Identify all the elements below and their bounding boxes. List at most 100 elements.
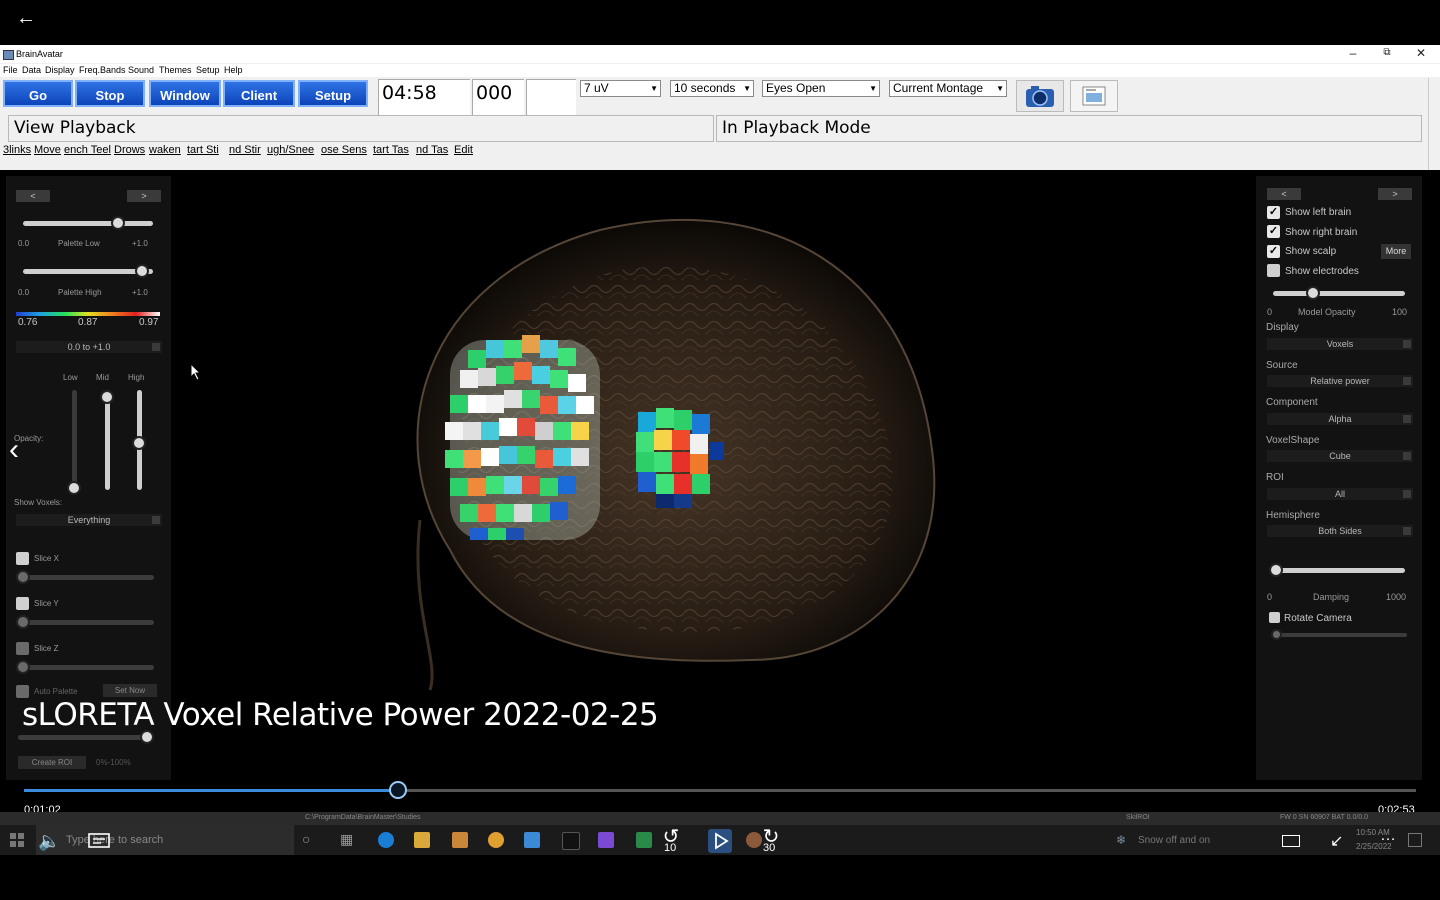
left-panel-next-button[interactable]: > [127,190,161,202]
more-button[interactable]: More [1381,244,1411,259]
event-link[interactable]: nd Stir [229,144,264,156]
event-link-edit[interactable]: Edit [454,144,476,156]
minimize-icon[interactable]: – [1336,45,1370,63]
menu-setup[interactable]: Setup [196,65,220,75]
roi-dropdown[interactable]: All [1267,488,1413,500]
go-button[interactable]: Go [3,80,73,107]
opacity-mid-handle[interactable] [100,390,114,404]
play-button[interactable] [708,829,732,853]
show-right-brain-checkbox[interactable]: ✓ [1267,225,1280,238]
collapse-icon[interactable]: ↙ [1330,831,1343,851]
right-panel-next-button[interactable]: > [1378,188,1412,200]
set-now-button[interactable]: Set Now [103,684,157,697]
slice-z-handle[interactable] [16,660,30,674]
event-link[interactable]: nd Tas [416,144,451,156]
skip-back-button[interactable]: ↺ 10 [658,827,684,854]
slice-x-slider[interactable] [18,575,154,580]
slice-x-checkbox[interactable] [16,552,29,565]
slice-y-checkbox[interactable] [16,597,29,610]
event-link[interactable]: 3links [3,144,31,156]
show-voxels-dropdown[interactable]: Everything [16,514,162,526]
visual-studio-icon[interactable] [598,832,614,848]
show-scalp-checkbox[interactable]: ✓ [1267,245,1280,258]
palette-low-handle[interactable] [111,216,125,230]
create-roi-button[interactable]: Create ROI [18,756,86,769]
restore-icon[interactable]: ⧉ [1370,45,1404,63]
notification-icon[interactable] [1408,833,1422,847]
menu-themes[interactable]: Themes [159,65,192,75]
palette-high-handle[interactable] [135,264,149,278]
slice-y-handle[interactable] [16,615,30,629]
video-progress-handle[interactable] [389,781,408,799]
model-opacity-slider[interactable] [1273,291,1405,296]
camera-button[interactable] [1016,80,1064,112]
condition-select[interactable]: Eyes Open ▼ [762,80,880,97]
event-link[interactable]: Movei [34,144,61,156]
palette-high-slider[interactable] [23,269,153,274]
voxelshape-dropdown[interactable]: Cube [1267,450,1413,462]
store-icon[interactable] [452,832,468,848]
chrome-icon[interactable] [488,832,504,848]
screenshot-button[interactable] [1070,80,1118,112]
scale-select[interactable]: 7 uV ▼ [580,80,661,97]
damping-slider[interactable] [1273,568,1405,573]
folder-icon[interactable] [414,832,430,848]
event-link[interactable]: ench Teel [64,144,111,156]
display-dropdown[interactable]: Voxels [1267,338,1413,350]
montage-select[interactable]: Current Montage ▼ [889,80,1007,97]
menu-data[interactable]: Data [22,65,41,75]
event-link[interactable]: waken [149,144,184,156]
video-progress-track[interactable] [24,781,1416,799]
event-link[interactable]: Drows [114,144,146,156]
window-scrollbar[interactable] [1428,78,1440,170]
terminal-icon[interactable] [562,832,580,850]
rotate-speed-slider[interactable] [1273,633,1407,637]
hemisphere-dropdown[interactable]: Both Sides [1267,525,1413,537]
menu-file[interactable]: File [3,65,18,75]
slice-y-slider[interactable] [18,620,154,625]
task-view-icon[interactable]: ▦ [340,831,353,848]
palette-low-slider[interactable] [23,221,153,226]
model-opacity-handle[interactable] [1306,286,1320,300]
edge-icon[interactable] [378,832,394,848]
menu-display[interactable]: Display [45,65,75,75]
opacity-high-handle[interactable] [132,436,146,450]
stop-button[interactable]: Stop [75,80,145,107]
close-icon[interactable]: ✕ [1404,45,1438,63]
slice-x-handle[interactable] [16,570,30,584]
slice-z-slider[interactable] [18,665,154,670]
right-panel-prev-button[interactable]: < [1267,188,1301,200]
monitor-icon[interactable] [524,832,540,848]
source-dropdown[interactable]: Relative power [1267,375,1413,387]
range-dropdown[interactable]: 0.0 to +1.0 [16,341,162,353]
chevron-left-icon[interactable]: ‹ [4,432,24,468]
component-dropdown[interactable]: Alpha [1267,413,1413,425]
slice-z-checkbox[interactable] [16,642,29,655]
opacity-low-slider[interactable] [72,390,77,490]
volume-icon[interactable]: 🔈 [38,831,60,852]
event-link[interactable]: ugh/Snee [267,144,318,156]
opacity-low-handle[interactable] [67,481,81,495]
roi-range-slider[interactable] [18,735,152,740]
damping-handle[interactable] [1269,563,1283,577]
back-arrow-icon[interactable]: ← [14,6,38,30]
rotate-speed-handle[interactable] [1271,629,1282,640]
menu-help[interactable]: Help [224,65,243,75]
client-button[interactable]: Client [223,80,295,107]
fullscreen-toggle-icon[interactable] [1282,835,1300,847]
rotate-camera-checkbox[interactable] [1269,612,1280,623]
opacity-mid-slider[interactable] [105,390,110,490]
windows-start-icon[interactable] [10,833,24,847]
event-link[interactable]: ose Sens [321,144,370,156]
setup-button[interactable]: Setup [298,80,368,107]
event-link[interactable]: tart Sti [187,144,226,156]
left-panel-prev-button[interactable]: < [16,190,50,202]
show-electrodes-checkbox[interactable] [1267,264,1280,277]
menu-freq-bands[interactable]: Freq.Bands [79,65,126,75]
cortana-icon[interactable]: ○ [302,831,310,847]
skip-forward-button[interactable]: ↻ 30 [758,827,784,854]
window-button[interactable]: Window [149,80,221,107]
event-link[interactable]: tart Tas [373,144,413,156]
more-options-icon[interactable]: … [1380,827,1397,845]
brain-3d-scene[interactable] [300,190,1020,710]
